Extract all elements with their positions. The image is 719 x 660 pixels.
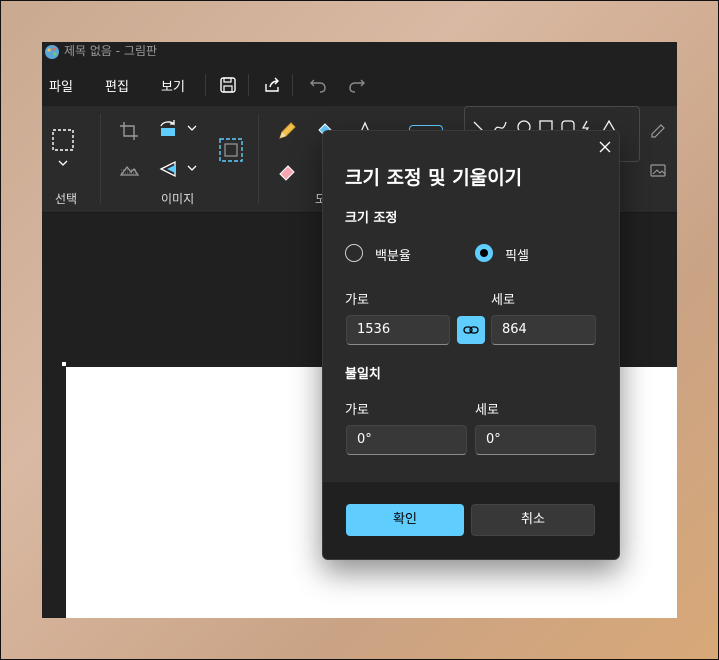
maintain-aspect-ratio-button[interactable] bbox=[457, 316, 485, 344]
skew-vertical-label: 세로 bbox=[475, 403, 499, 418]
rotate-icon[interactable] bbox=[157, 118, 201, 140]
skew-horizontal-field[interactable]: 0° bbox=[346, 425, 467, 455]
eraser-icon[interactable] bbox=[276, 160, 298, 182]
flip-icon[interactable] bbox=[157, 158, 201, 180]
toolbar-divider bbox=[248, 74, 249, 96]
menu-view[interactable]: 보기 bbox=[161, 76, 185, 95]
group-label-selection: 선택 bbox=[55, 192, 78, 206]
select-icon[interactable] bbox=[51, 126, 77, 174]
title-bar: 제목 없음 - 그림판 bbox=[42, 42, 677, 66]
dialog-title: 크기 조정 및 기울이기 bbox=[345, 167, 523, 189]
radio-pixel-indicator[interactable] bbox=[475, 244, 493, 262]
radio-percent[interactable]: 백분율 bbox=[345, 244, 455, 268]
radio-percent-indicator[interactable] bbox=[345, 244, 363, 262]
resize-height-label: 세로 bbox=[491, 293, 515, 308]
edit-colors-icon[interactable] bbox=[649, 122, 667, 140]
link-icon bbox=[463, 326, 479, 334]
resize-skew-dialog: 크기 조정 및 기울이기 크기 조정 백분율 픽셀 가로 세로 1536 864… bbox=[322, 130, 620, 560]
resize-height-field[interactable]: 864 bbox=[491, 315, 596, 345]
menu-bar: 파일 편집 보기 bbox=[42, 68, 677, 104]
dialog-footer: 확인 취소 bbox=[323, 481, 619, 559]
ok-button[interactable]: 확인 bbox=[346, 504, 464, 536]
menu-divider bbox=[205, 74, 206, 96]
image-creator-icon[interactable] bbox=[649, 161, 667, 179]
skew-horizontal-label: 가로 bbox=[345, 403, 369, 418]
ribbon-divider bbox=[258, 114, 259, 204]
window-title: 제목 없음 - 그림판 bbox=[64, 44, 158, 58]
radio-percent-label: 백분율 bbox=[375, 249, 411, 264]
resize-width-field[interactable]: 1536 bbox=[346, 315, 450, 345]
resize-icon[interactable] bbox=[217, 136, 245, 164]
group-label-image: 이미지 bbox=[161, 192, 195, 206]
pencil-icon[interactable] bbox=[276, 120, 298, 142]
skew-section-heading: 불일치 bbox=[345, 367, 381, 382]
toolbar-divider bbox=[292, 74, 293, 96]
menu-edit[interactable]: 편집 bbox=[105, 76, 129, 95]
ribbon-divider bbox=[100, 114, 101, 204]
resize-width-label: 가로 bbox=[345, 293, 369, 308]
crop-icon[interactable] bbox=[118, 120, 140, 142]
share-icon[interactable] bbox=[259, 72, 285, 98]
cancel-button[interactable]: 취소 bbox=[471, 504, 595, 536]
redo-icon[interactable] bbox=[344, 72, 370, 98]
canvas-resize-handle[interactable] bbox=[62, 362, 66, 366]
close-icon[interactable] bbox=[595, 137, 615, 157]
app-icon bbox=[45, 45, 59, 59]
save-icon[interactable] bbox=[215, 72, 241, 98]
resize-section-heading: 크기 조정 bbox=[345, 211, 398, 226]
radio-pixel-label: 픽셀 bbox=[505, 249, 529, 264]
undo-icon[interactable] bbox=[305, 72, 331, 98]
radio-pixel[interactable]: 픽셀 bbox=[475, 244, 585, 268]
remove-background-icon[interactable] bbox=[118, 160, 140, 182]
menu-file[interactable]: 파일 bbox=[49, 76, 73, 95]
skew-vertical-field[interactable]: 0° bbox=[475, 425, 596, 455]
